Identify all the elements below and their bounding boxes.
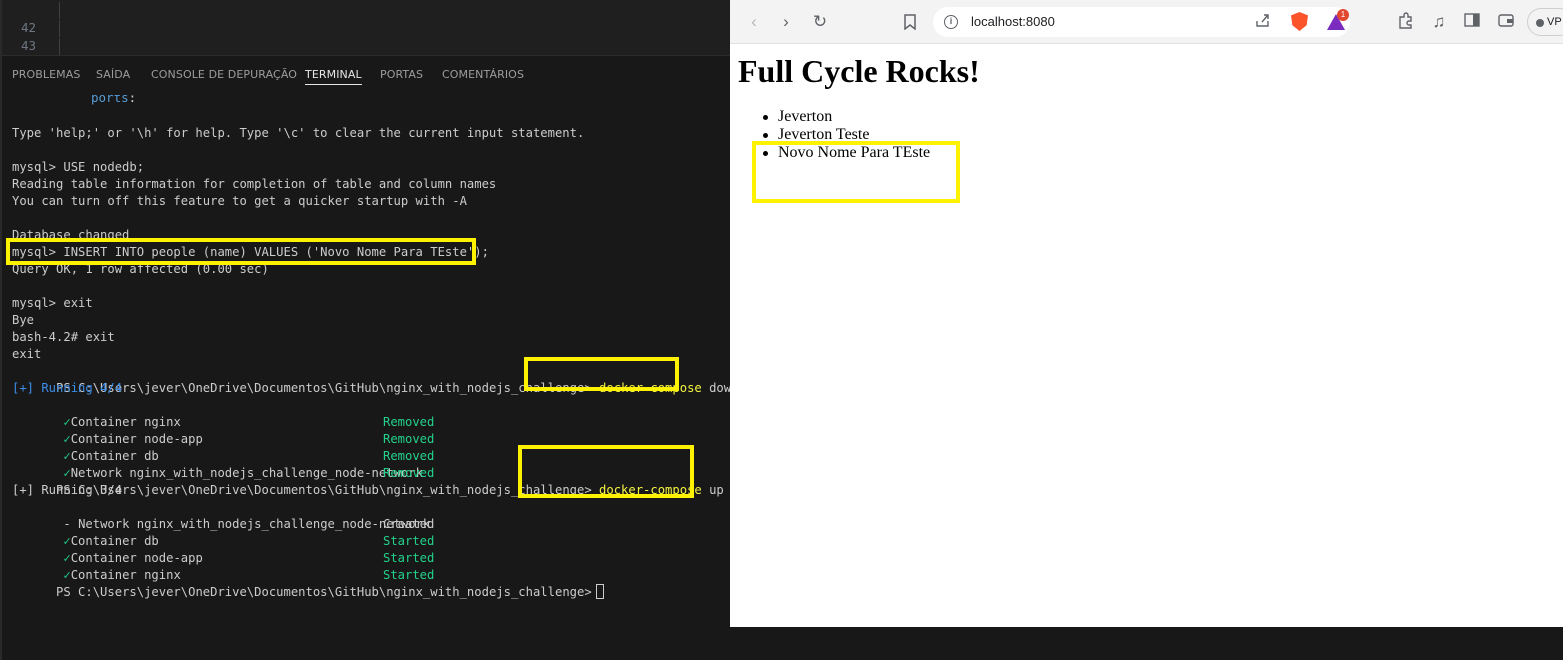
terminal-footer (2, 615, 732, 660)
page-heading: Full Cycle Rocks! (738, 53, 980, 89)
terminal-line: PS C:\Users\jever\OneDrive\Documentos\Gi… (12, 567, 604, 599)
brave-shields-icon[interactable] (1291, 12, 1308, 31)
terminal-line: ✓Container db Removed (12, 431, 434, 463)
command-arg: up (709, 483, 724, 497)
code-line[interactable]: 43 restart: always (2, 20, 204, 87)
terminal-line: ✓Container nginx Started (12, 550, 434, 582)
terminal-line: ✓Container nginx Removed (12, 397, 434, 429)
site-info-icon[interactable]: i (944, 15, 958, 29)
reload-icon[interactable]: ↻ (810, 12, 830, 32)
tab-portas[interactable]: PORTAS (380, 68, 423, 81)
forward-arrow-icon[interactable]: › (776, 12, 796, 32)
terminal-line: PS C:\Users\jever\OneDrive\Documentos\Gi… (12, 465, 746, 497)
panel-tab-bar: PROBLEMAS SAÍDA CONSOLE DE DEPURAÇÃO TER… (2, 55, 732, 95)
indent-guide (59, 20, 60, 37)
share-icon[interactable] (1255, 12, 1271, 33)
terminal-line: Type 'help;' or '\h' for help. Type '\c'… (12, 126, 585, 140)
running-status: [+] Running 4/4 (12, 381, 123, 395)
resource-status: Started (383, 551, 435, 565)
vpn-button[interactable]: VP (1527, 8, 1563, 36)
terminal-line: bash-4.2# exit (12, 330, 115, 344)
terminal-line: Database changed (12, 228, 130, 242)
list-item: Jeverton (762, 108, 930, 126)
command-name: docker-compose (599, 483, 702, 497)
tab-saida[interactable]: SAÍDA (96, 68, 130, 81)
vpn-label: VP (1547, 16, 1562, 28)
wallet-icon[interactable] (1496, 12, 1516, 32)
terminal-line: Reading table information for completion… (12, 177, 497, 191)
code-line[interactable]: 42 container_name: nginx (2, 2, 249, 69)
terminal-output[interactable]: Type 'help;' or '\h' for help. Type '\c'… (2, 95, 746, 615)
terminal-line: You can turn off this feature to get a q… (12, 194, 467, 208)
browser-toolbar: ‹ › ↻ i localhost:8080 1 ♫ VP (730, 0, 1563, 44)
tab-console-depuracao[interactable]: CONSOLE DE DEPURAÇÃO (151, 68, 297, 81)
rewards-badge: 1 (1337, 9, 1349, 21)
terminal-line: ✓Container node-app Started (12, 533, 434, 565)
terminal-line: mysql> USE nodedb; (12, 160, 145, 174)
terminal-line: Query OK, 1 row affected (0.00 sec) (12, 262, 269, 276)
sidebar-icon[interactable] (1462, 12, 1482, 32)
indent-guide (59, 2, 60, 19)
command-name: docker-compose (599, 381, 702, 395)
shell-prompt: PS C:\Users\jever\OneDrive\Documentos\Gi… (56, 483, 592, 497)
extensions-icon[interactable] (1396, 12, 1416, 32)
terminal-line: PS C:\Users\jever\OneDrive\Documentos\Gi… (12, 363, 738, 395)
tab-terminal[interactable]: TERMINAL (305, 68, 362, 85)
terminal-line: mysql> INSERT INTO people (name) VALUES … (12, 245, 489, 259)
browser-window: ‹ › ↻ i localhost:8080 1 ♫ VP Full Cycle… (730, 0, 1563, 627)
resource-status: Removed (383, 415, 435, 429)
page-viewport: Full Cycle Rocks! Jeverton Jeverton Test… (730, 44, 1563, 627)
bookmark-icon[interactable] (900, 12, 920, 32)
terminal-line: Bye (12, 313, 35, 327)
terminal-line: ✓Container db Started (12, 516, 434, 548)
terminal-line: [+] Running 3/4 (12, 482, 122, 499)
terminal-line: ✓Container node-app Removed (12, 414, 434, 446)
terminal-line: exit (12, 347, 42, 361)
list-item: Jeverton Teste (762, 126, 930, 144)
url-text[interactable]: localhost:8080 (971, 14, 1055, 29)
desktop-background (730, 627, 1563, 660)
list-item: Novo Nome Para TEste (762, 144, 931, 161)
code-editor[interactable]: 42 container_name: nginx 43 restart: alw… (2, 0, 732, 105)
code-line[interactable]: 44 ports: (2, 38, 136, 105)
people-list: Jeverton Jeverton Teste Novo Nome Para T… (762, 108, 931, 162)
shell-prompt: PS C:\Users\jever\OneDrive\Documentos\Gi… (56, 585, 592, 599)
terminal-line: - Network nginx_with_nodejs_challenge_no… (12, 499, 434, 531)
resource-status: Started (383, 534, 435, 548)
vscode-window: 42 container_name: nginx 43 restart: alw… (0, 0, 746, 660)
running-status: [+] Running 3/4 (12, 483, 123, 497)
terminal-line: mysql> exit (12, 296, 93, 310)
vpn-status-icon (1536, 19, 1544, 27)
address-bar[interactable]: i localhost:8080 1 (933, 7, 1350, 37)
terminal-line: ✓Network nginx_with_nodejs_challenge_nod… (12, 448, 434, 480)
resource-status: Removed (383, 432, 435, 446)
tab-comentarios[interactable]: COMENTÁRIOS (442, 68, 524, 81)
back-arrow-icon[interactable]: ‹ (744, 12, 764, 32)
terminal-cursor[interactable] (595, 584, 604, 599)
terminal-line: [+] Running 4/4 (12, 380, 122, 397)
shell-prompt: PS C:\Users\jever\OneDrive\Documentos\Gi… (56, 381, 592, 395)
media-control-icon[interactable]: ♫ (1429, 12, 1449, 32)
resource-status: Created (383, 517, 435, 531)
tab-problemas[interactable]: PROBLEMAS (12, 68, 80, 81)
indent-guide (59, 38, 60, 55)
